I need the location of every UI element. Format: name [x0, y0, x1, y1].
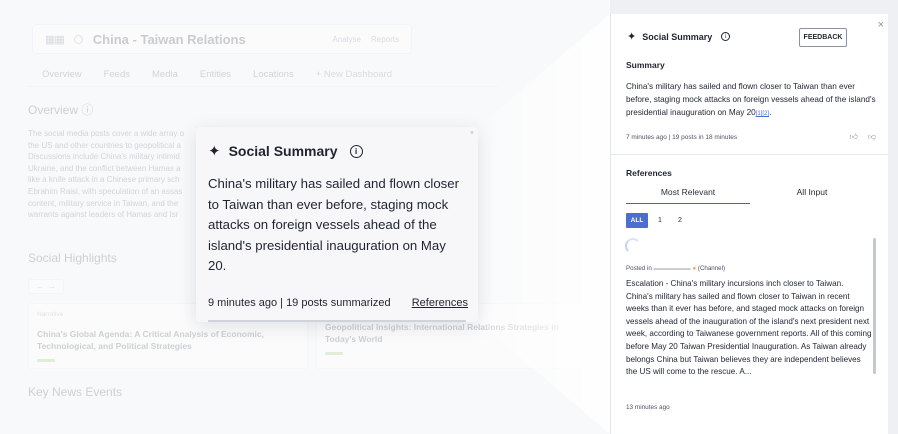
- page-2[interactable]: 2: [672, 213, 688, 228]
- popup-close-icon[interactable]: ×: [470, 130, 474, 137]
- thumbs-up-icon[interactable]: 👍︎: [850, 132, 858, 142]
- social-summary-panel: × ✦ Social Summary i FEEDBACK Summary Ch…: [610, 14, 888, 434]
- channel-icon: ●: [692, 265, 697, 272]
- summary-text: China's military has sailed and flown cl…: [626, 82, 876, 117]
- summary-heading: Summary: [626, 60, 665, 70]
- popup-meta: 9 minutes ago | 19 posts summarized: [208, 297, 391, 309]
- panel-title: Social Summary: [642, 31, 713, 42]
- popup-title: Social Summary: [228, 143, 338, 159]
- popup-header: ✦ Social Summary i: [208, 142, 466, 160]
- feedback-button[interactable]: FEEDBACK: [799, 28, 847, 47]
- redacted-channel: ▬▬▬▬▬▬: [653, 265, 691, 272]
- sparkle-icon: ✦: [627, 31, 637, 43]
- citation-link[interactable]: [1][2]: [756, 111, 769, 117]
- pagination: ALL 1 2: [626, 213, 688, 228]
- rating-controls: 👍︎ 👎︎: [850, 132, 877, 142]
- panel-header: ✦ Social Summary i: [627, 30, 731, 43]
- scrollbar[interactable]: [873, 238, 876, 374]
- page-all[interactable]: ALL: [626, 213, 648, 228]
- page-1[interactable]: 1: [652, 213, 668, 228]
- popup-divider: [208, 320, 466, 322]
- thumbs-down-icon[interactable]: 👎︎: [868, 132, 876, 142]
- summary-meta: 7 minutes ago | 19 posts in 18 minutes: [626, 134, 738, 141]
- reference-tabs: Most Relevant All Input: [626, 187, 881, 204]
- sparkle-icon: ✦: [208, 143, 221, 160]
- post-source: Posted in ▬▬▬▬▬▬ ● (Channel): [626, 265, 726, 272]
- post-text: Escalation - China's military incursions…: [626, 279, 872, 377]
- info-icon[interactable]: i: [349, 144, 363, 158]
- info-icon[interactable]: i: [721, 32, 731, 41]
- references-heading: References: [626, 168, 672, 178]
- popup-footer: 9 minutes ago | 19 posts summarized Refe…: [208, 297, 468, 309]
- popup-summary-text: China's military has sailed and flown cl…: [208, 176, 459, 273]
- divider: [611, 154, 888, 155]
- loading-spinner-icon: [625, 238, 641, 254]
- close-icon[interactable]: ×: [878, 19, 884, 31]
- references-link[interactable]: References: [412, 297, 468, 309]
- tab-all-input[interactable]: All Input: [750, 187, 874, 204]
- post-timestamp: 13 minutes ago: [626, 404, 670, 411]
- tab-most-relevant[interactable]: Most Relevant: [626, 187, 750, 204]
- social-summary-popup: × ✦ Social Summary i China's military ha…: [196, 127, 478, 322]
